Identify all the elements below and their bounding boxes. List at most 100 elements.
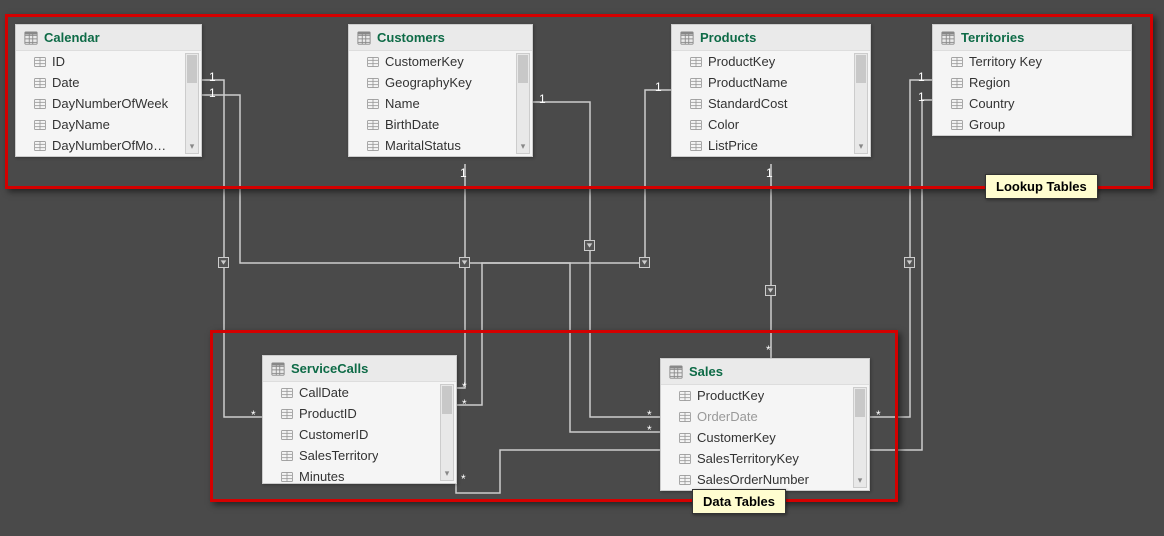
field-row[interactable]: Territory Key [933,51,1131,72]
field-label: ProductKey [697,388,764,403]
column-icon [951,78,963,88]
field-label: MaritalStatus [385,138,461,153]
field-row[interactable]: ListPrice [672,135,870,156]
field-row[interactable]: ProductKey [661,385,869,406]
field-row[interactable]: CustomerKey [661,427,869,448]
field-row[interactable]: Country [933,93,1131,114]
table-icon [941,31,955,45]
column-icon [34,141,46,151]
field-label: DayNumberOfWeek [52,96,168,111]
field-row[interactable]: Date [16,72,201,93]
field-row[interactable]: GeographyKey [349,72,532,93]
card-many: * [647,408,652,422]
table-sales-title: Sales [689,364,723,379]
field-label: Color [708,117,739,132]
table-territories-header: Territories [933,25,1131,51]
field-label: ProductKey [708,54,775,69]
table-servicecalls-title: ServiceCalls [291,361,368,376]
field-label: Group [969,117,1005,132]
field-label: ProductName [708,75,787,90]
field-label: CustomerKey [697,430,776,445]
table-sales-header: Sales [661,359,869,385]
table-territories[interactable]: Territories Territory Key Region Country… [932,24,1132,136]
field-label: ListPrice [708,138,758,153]
column-icon [951,57,963,67]
field-label: OrderDate [697,409,758,424]
field-row[interactable]: Color [672,114,870,135]
field-row[interactable]: ProductKey [672,51,870,72]
field-row[interactable]: Region [933,72,1131,93]
scrollbar[interactable]: ▾ [185,53,199,154]
filter-direction-icon [459,257,470,268]
field-label: ProductID [299,406,357,421]
field-row[interactable]: Minutes [263,466,456,483]
field-row[interactable]: MaritalStatus [349,135,532,156]
filter-direction-icon [584,240,595,251]
column-icon [951,120,963,130]
column-icon [281,451,293,461]
field-row[interactable]: DayNumberOfMo… [16,135,201,156]
table-sales[interactable]: Sales ProductKey OrderDate CustomerKey S… [660,358,870,491]
scrollbar[interactable]: ▾ [516,53,530,154]
table-servicecalls-header: ServiceCalls [263,356,456,382]
card-many: * [462,380,467,394]
card-many: * [766,343,771,357]
field-row[interactable]: Name [349,93,532,114]
table-territories-title: Territories [961,30,1024,45]
field-row[interactable]: BirthDate [349,114,532,135]
field-row[interactable]: StandardCost [672,93,870,114]
scrollbar[interactable]: ▾ [854,53,868,154]
field-label: SalesTerritoryKey [697,451,799,466]
column-icon [281,388,293,398]
card-1: 1 [918,70,925,84]
field-row[interactable]: SalesOrderNumber [661,469,869,490]
table-customers[interactable]: Customers CustomerKey GeographyKey Name … [348,24,533,157]
table-products[interactable]: Products ProductKey ProductName Standard… [671,24,871,157]
field-row[interactable]: CustomerID [263,424,456,445]
field-row[interactable]: OrderDate [661,406,869,427]
table-customers-title: Customers [377,30,445,45]
field-row[interactable]: CustomerKey [349,51,532,72]
field-label: Territory Key [969,54,1042,69]
card-1: 1 [539,92,546,106]
field-row[interactable]: SalesTerritory [263,445,456,466]
column-icon [34,78,46,88]
scrollbar[interactable]: ▾ [853,387,867,488]
card-many: * [876,408,881,422]
table-servicecalls[interactable]: ServiceCalls CallDate ProductID Customer… [262,355,457,484]
scrollbar[interactable]: ▾ [440,384,454,481]
column-icon [679,433,691,443]
column-icon [690,141,702,151]
field-label: CallDate [299,385,349,400]
column-icon [367,99,379,109]
table-icon [357,31,371,45]
field-row[interactable]: ID [16,51,201,72]
column-icon [690,120,702,130]
card-1: 1 [766,166,773,180]
column-icon [951,99,963,109]
table-calendar[interactable]: Calendar ID Date DayNumberOfWeek DayName… [15,24,202,157]
table-products-title: Products [700,30,756,45]
field-label: Name [385,96,420,111]
field-row[interactable]: DayNumberOfWeek [16,93,201,114]
field-row[interactable]: ProductID [263,403,456,424]
field-row[interactable]: SalesTerritoryKey [661,448,869,469]
table-icon [24,31,38,45]
field-row[interactable]: Group [933,114,1131,135]
field-row[interactable]: DayName [16,114,201,135]
field-label: DayName [52,117,110,132]
filter-direction-icon [904,257,915,268]
filter-direction-icon [639,257,650,268]
field-row[interactable]: ProductName [672,72,870,93]
card-many: * [461,472,466,486]
column-icon [367,57,379,67]
filter-direction-icon [218,257,229,268]
field-label: DayNumberOfMo… [52,138,166,153]
field-label: BirthDate [385,117,439,132]
column-icon [367,78,379,88]
column-icon [281,472,293,482]
column-icon [281,409,293,419]
field-row[interactable]: CallDate [263,382,456,403]
field-label: Country [969,96,1015,111]
column-icon [690,99,702,109]
